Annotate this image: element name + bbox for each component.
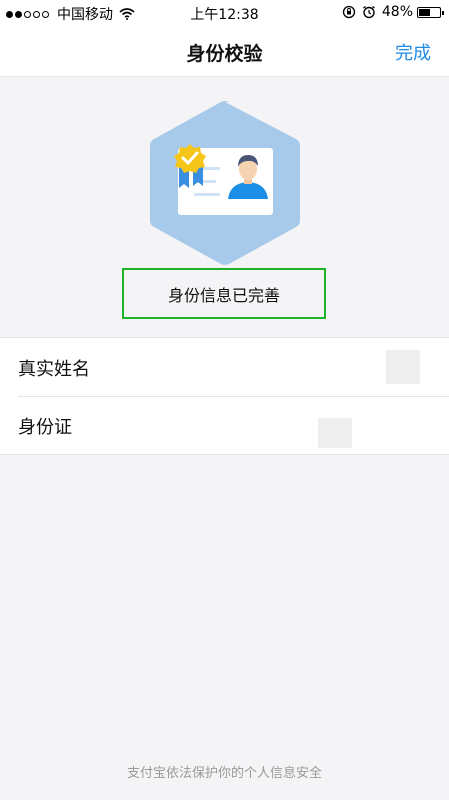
- id-card-value-masked: [318, 418, 352, 448]
- rotation-lock-icon: [342, 5, 356, 19]
- status-bar: 中国移动 上午12:38 48%: [0, 0, 449, 26]
- alarm-icon: [362, 5, 375, 19]
- done-button[interactable]: 完成: [395, 39, 431, 65]
- verification-status: 身份信息已完善: [122, 268, 326, 319]
- id-card-label: 身份证: [18, 417, 72, 438]
- battery-icon: [417, 6, 444, 18]
- status-right: 48%: [342, 4, 444, 20]
- privacy-note: 支付宝依法保护你的个人信息安全: [126, 766, 322, 781]
- identity-form: 真实姓名 身份证: [0, 337, 449, 455]
- verification-status-text: 身份信息已完善: [167, 285, 280, 305]
- real-name-value-masked: [386, 350, 420, 384]
- form-row-id-card[interactable]: 身份证: [0, 396, 449, 454]
- nav-bar: 身份校验 完成: [0, 26, 449, 77]
- form-row-real-name[interactable]: 真实姓名: [0, 338, 449, 396]
- id-card-icon: [150, 101, 300, 265]
- real-name-label: 真实姓名: [18, 359, 90, 380]
- identity-card-illustration: [150, 100, 300, 266]
- battery-percent: 48%: [381, 4, 413, 20]
- page-title: 身份校验: [186, 43, 263, 65]
